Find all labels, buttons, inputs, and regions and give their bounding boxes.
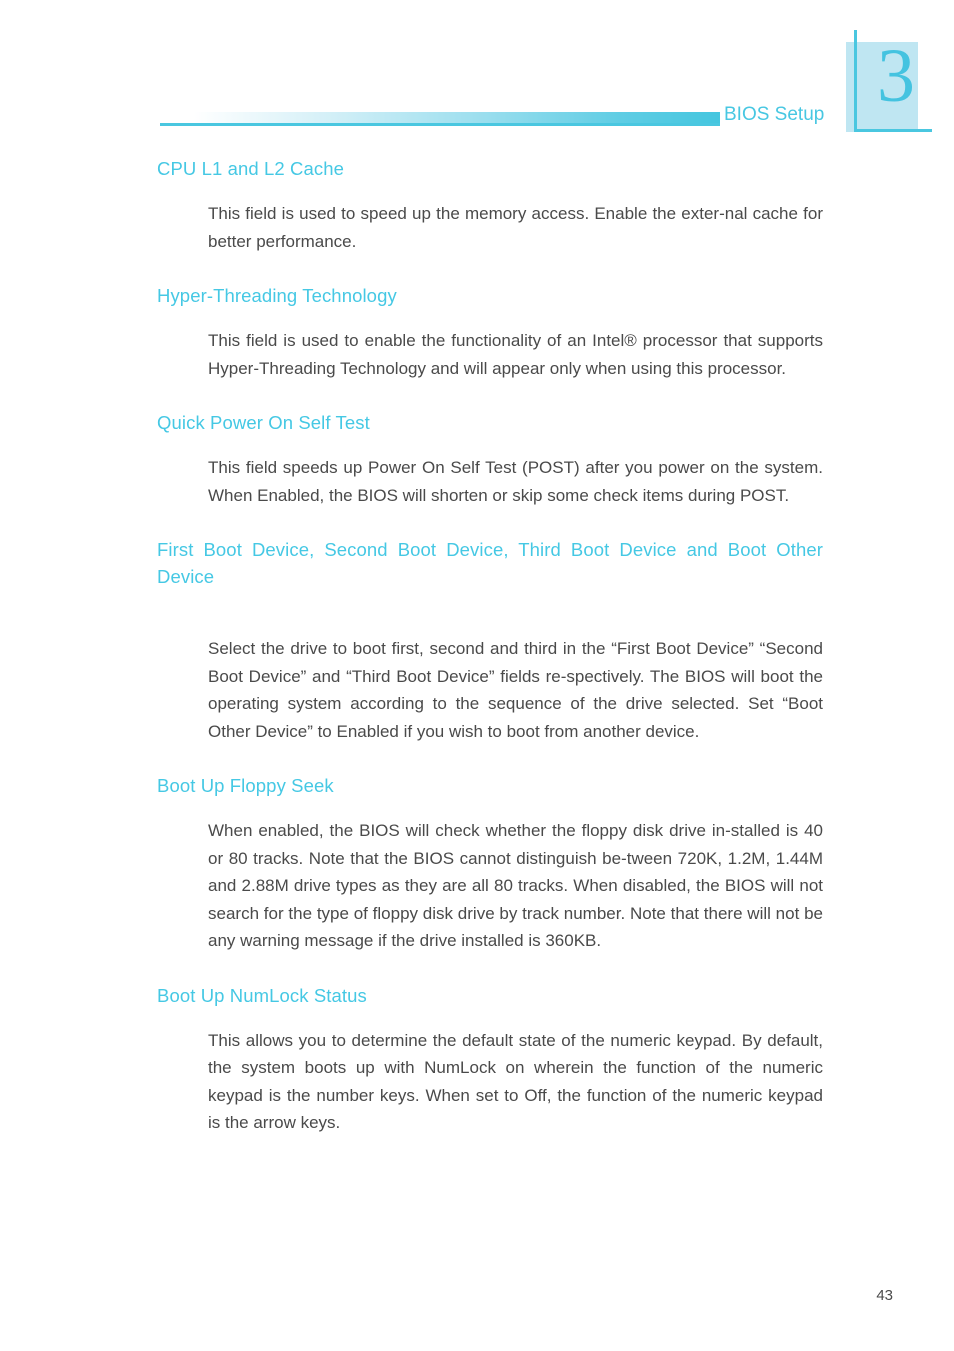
chapter-number: 3 [877,34,915,118]
header-title: BIOS Setup [724,104,825,125]
section-body: This field is used to enable the functio… [208,331,823,378]
section-quick-power-on-self-test: Quick Power On Self Test This field spee… [157,409,823,509]
section-body: This field is used to speed up the memor… [208,204,823,251]
section-body: This field speeds up Power On Self Test … [208,458,823,505]
section-heading: Boot Up Floppy Seek [157,775,334,796]
section-body: Select the drive to boot first, second a… [208,639,823,741]
section-heading: Quick Power On Self Test [157,412,370,433]
section-boot-up-numlock-status: Boot Up NumLock Status This allows you t… [157,982,823,1137]
chapter-marker: 3 [846,30,932,136]
section-body: This allows you to determine the default… [208,1030,823,1133]
section-heading: Boot Up NumLock Status [157,984,367,1006]
section-hyper-threading-technology: Hyper-Threading Technology This field is… [157,282,823,382]
section-boot-device-order: First Boot Device, Second Boot Device, T… [157,536,823,745]
section-cpu-l1-l2-cache: CPU L1 and L2 Cache This field is used t… [157,155,823,255]
page-number: 43 [876,1287,893,1304]
section-heading: First Boot Device, Second Boot Device, T… [157,539,823,587]
section-heading: Hyper-Threading Technology [157,285,397,306]
chapter-horizontal-rule [854,129,932,132]
section-boot-up-floppy-seek: Boot Up Floppy Seek When enabled, the BI… [157,772,823,955]
document-page: BIOS Setup 3 CPU L1 and L2 Cache This fi… [0,0,954,1351]
header-underline-rule [160,123,720,126]
chapter-vertical-rule [854,30,857,132]
section-body: When enabled, the BIOS will check whethe… [208,821,823,950]
header-gradient-rule [160,112,720,123]
page-header: BIOS Setup 3 [0,0,954,140]
section-heading: CPU L1 and L2 Cache [157,158,345,179]
page-content: CPU L1 and L2 Cache This field is used t… [157,155,823,1137]
